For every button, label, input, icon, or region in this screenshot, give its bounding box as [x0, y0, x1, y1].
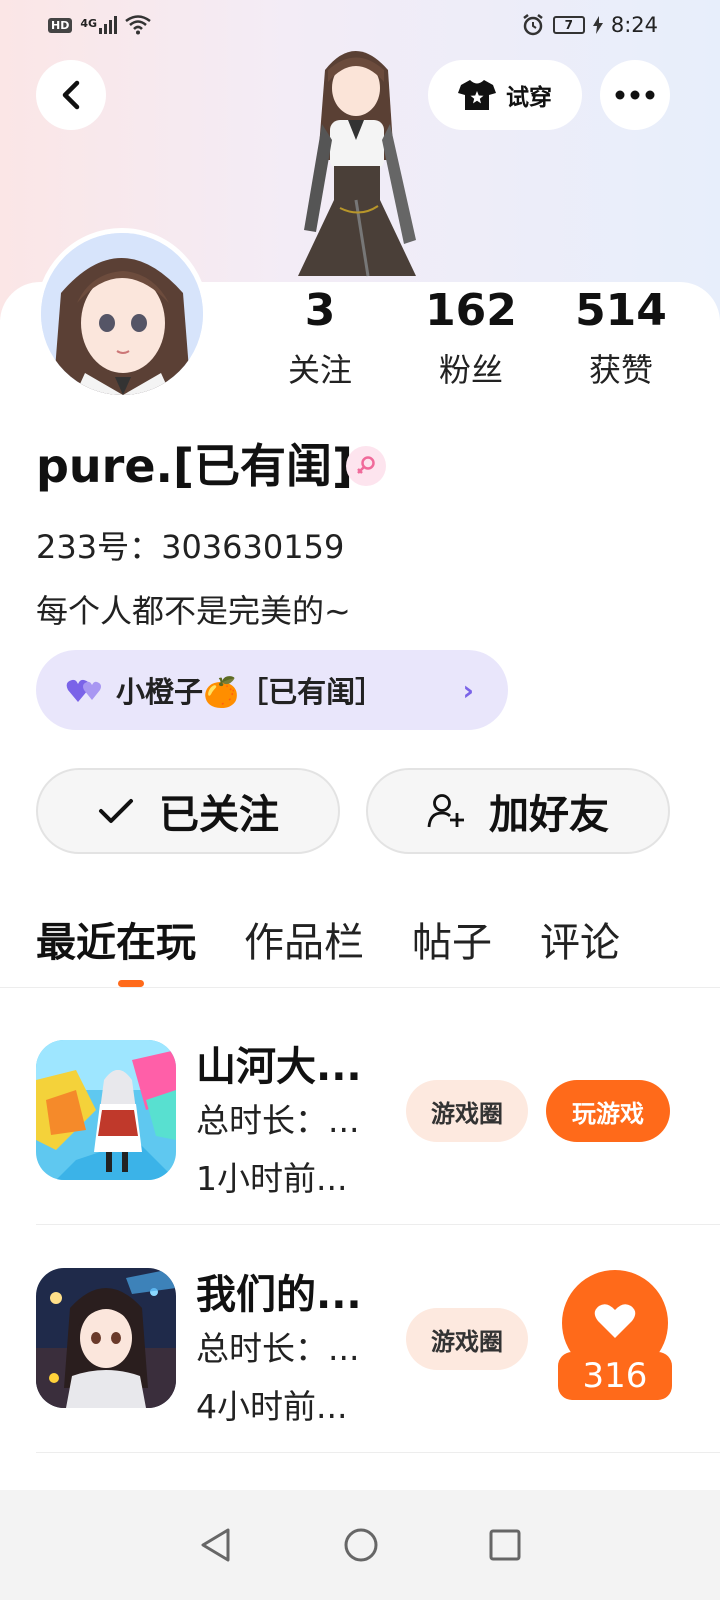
avatar-figure-illustration	[298, 51, 416, 277]
chevron-right-icon: ›	[462, 673, 474, 707]
stat-following-label: 关注	[287, 351, 352, 389]
alarm-icon	[523, 14, 543, 36]
tab-works[interactable]: 作品栏	[244, 910, 364, 968]
active-tab-indicator	[118, 980, 144, 987]
row-divider	[36, 1452, 720, 1453]
username: pure.[已有闺]	[36, 439, 354, 493]
following-button[interactable]: 已关注	[36, 768, 340, 854]
status-time: 8:24	[610, 13, 658, 37]
network-type: 4G	[80, 17, 98, 30]
battery-icon: 7	[552, 16, 585, 34]
relationship-chip-label: 小橙子🍊［已有闺］	[116, 675, 385, 709]
stat-following[interactable]: 3 关注	[250, 286, 390, 390]
game-circle-button[interactable]: 游戏圈	[406, 1080, 528, 1142]
female-symbol-icon	[357, 456, 375, 474]
tshirt-icon	[458, 80, 496, 110]
more-button[interactable]	[600, 60, 670, 130]
relationship-chip[interactable]: 小橙子🍊［已有闺］ ›	[36, 650, 508, 730]
game-last-played: 4小时前...	[196, 1387, 348, 1426]
check-icon	[99, 799, 133, 823]
wifi-icon	[125, 15, 151, 35]
stat-likes-label: 获赞	[588, 351, 653, 389]
row-divider	[36, 1224, 720, 1225]
following-button-label: 已关注	[159, 792, 279, 838]
heart-icon	[594, 1304, 636, 1338]
tabs-divider	[0, 987, 720, 988]
charging-icon	[592, 16, 603, 34]
stat-likes[interactable]: 514 获赞	[551, 286, 691, 390]
game-icon-image	[36, 1040, 176, 1180]
try-on-label: 试穿	[506, 85, 552, 111]
add-user-icon	[427, 794, 464, 828]
floating-like-button[interactable]: 316	[548, 1270, 672, 1400]
add-friend-button[interactable]: 加好友	[366, 768, 670, 854]
game-icon-image	[36, 1268, 176, 1408]
like-count: 316	[558, 1352, 672, 1400]
stat-fans-value: 162	[425, 285, 517, 336]
game-title: 山河大...	[196, 1044, 362, 1090]
play-game-button[interactable]: 玩游戏	[546, 1080, 670, 1142]
nav-recents-icon[interactable]	[489, 1529, 521, 1561]
tab-recently-played[interactable]: 最近在玩	[36, 910, 196, 968]
game-duration: 总时长：...	[196, 1329, 360, 1368]
game-duration: 总时长：...	[196, 1101, 360, 1140]
back-button[interactable]	[36, 60, 106, 130]
avatar-image	[41, 233, 203, 395]
game-icon	[36, 1268, 176, 1408]
tab-posts[interactable]: 帖子	[412, 910, 492, 968]
game-list-item[interactable]: 山河大... 总时长：... 1小时前... 游戏圈 玩游戏	[0, 1040, 720, 1268]
nav-back-icon[interactable]	[199, 1527, 233, 1563]
nav-home-icon[interactable]	[343, 1527, 379, 1563]
profile-tabs: 最近在玩 作品栏 帖子 评论	[36, 910, 620, 968]
female-gender-icon	[346, 446, 386, 486]
game-title: 我们的...	[196, 1272, 362, 1318]
stat-fans-label: 粉丝	[438, 351, 503, 389]
signal-icon	[99, 16, 118, 34]
chevron-left-icon	[62, 80, 80, 110]
tab-comments[interactable]: 评论	[540, 910, 620, 968]
hd-icon: HD	[48, 17, 73, 33]
avatar[interactable]	[36, 228, 208, 400]
add-friend-button-label: 加好友	[489, 792, 609, 838]
stat-following-value: 3	[304, 285, 336, 336]
user-bio: 每个人都不是完美的~	[36, 592, 351, 630]
stat-fans[interactable]: 162 粉丝	[401, 286, 541, 390]
user-id: 233号：303630159	[36, 528, 345, 566]
status-left: HD 4G	[48, 15, 151, 35]
status-right: 7 8:24	[521, 13, 658, 37]
game-icon	[36, 1040, 176, 1180]
game-last-played: 1小时前...	[196, 1159, 348, 1198]
stat-likes-value: 514	[575, 285, 667, 336]
game-circle-button[interactable]: 游戏圈	[406, 1308, 528, 1370]
system-navigation-bar	[0, 1490, 720, 1600]
more-dots-icon	[615, 90, 655, 100]
double-heart-icon	[66, 679, 101, 702]
try-on-button[interactable]: 试穿	[428, 60, 582, 130]
